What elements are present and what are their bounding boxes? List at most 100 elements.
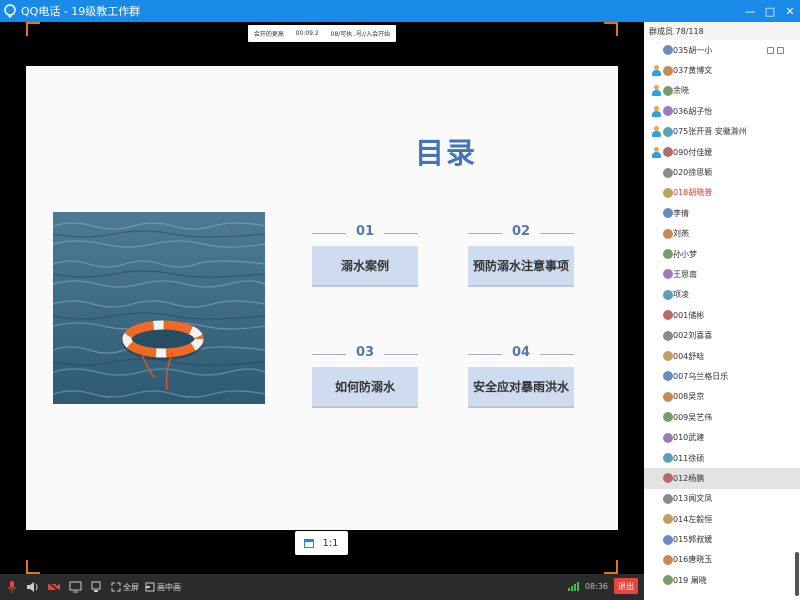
member-row[interactable]: 项凌: [644, 285, 800, 305]
host-icon: [652, 85, 661, 97]
toc-number: 04: [468, 345, 574, 363]
avatar-icon: [663, 167, 673, 178]
pip-label: 画中画: [157, 582, 181, 592]
member-row[interactable]: 009吴艺伟: [644, 407, 800, 427]
member-name: 李倩: [673, 208, 689, 218]
avatar-icon: [663, 65, 673, 76]
member-row[interactable]: 004舒晗: [644, 346, 800, 366]
pip-button[interactable]: 画中画: [145, 582, 181, 593]
frame-corner: [26, 560, 40, 574]
member-name: 018胡晓普: [673, 188, 713, 198]
member-row[interactable]: 037黄博文: [644, 60, 800, 80]
exit-button[interactable]: 退出: [614, 578, 638, 594]
member-list: 035胡一小 037黄博文 余晓 036胡子怡 075张开晋 安徽滁州 090付佳媛 020…: [644, 40, 800, 591]
member-row[interactable]: 孙小梦: [644, 244, 800, 264]
host-icon: [652, 65, 661, 77]
member-row[interactable]: 018胡晓普: [644, 183, 800, 203]
avatar-icon: [663, 351, 673, 362]
host-icon: [652, 146, 661, 158]
frame-corner: [604, 22, 618, 36]
avatar-icon: [663, 45, 673, 56]
member-row[interactable]: 020徐思颖: [644, 162, 800, 182]
member-row[interactable]: 002刘喜喜: [644, 325, 800, 345]
member-row[interactable]: 011徐硕: [644, 448, 800, 468]
member-name: 014左毅恒: [673, 514, 713, 524]
avatar-icon: [663, 554, 673, 565]
toc-label: 如何防溺水: [312, 367, 418, 408]
maximize-button[interactable]: □: [760, 0, 780, 22]
member-name: 015郭叔媛: [673, 535, 713, 545]
member-count: 群成员 78/118: [644, 22, 800, 40]
member-row[interactable]: 余晓: [644, 81, 800, 101]
member-row[interactable]: 035胡一小: [644, 40, 800, 60]
member-row[interactable]: 001储彬: [644, 305, 800, 325]
avatar-icon: [663, 85, 673, 96]
member-row[interactable]: 012杨鹏: [644, 468, 800, 489]
toc-number: 02: [468, 224, 574, 242]
fullscreen-label: 全屏: [123, 582, 139, 592]
member-name: 037黄博文: [673, 66, 713, 76]
toc-label: 安全应对暴雨洪水: [468, 367, 574, 408]
member-name: 余晓: [673, 86, 689, 96]
screen-share-status-icon: [767, 46, 784, 54]
member-name: 004舒晗: [673, 351, 705, 361]
member-name: 090付佳媛: [673, 147, 713, 157]
host-icon: [652, 126, 661, 138]
member-name: 075张开晋 安徽滁州: [673, 127, 747, 137]
member-row[interactable]: 019 屠晓: [644, 570, 800, 590]
avatar-icon: [663, 126, 673, 137]
avatar-icon: [663, 453, 673, 463]
camera-off-icon[interactable]: [45, 578, 63, 596]
minimize-button[interactable]: —: [740, 0, 760, 22]
ticker-item: 00:09:2: [295, 30, 319, 37]
member-row[interactable]: 090付佳媛: [644, 142, 800, 162]
presentation-slide: 目录 01 溺水案例 02 预防溺水注意事项 03 如何防溺水 04 安全应对暴…: [26, 66, 618, 530]
member-row[interactable]: 007乌兰格日乐: [644, 366, 800, 386]
toc-number: 03: [312, 345, 418, 363]
toc-number: 01: [312, 224, 418, 242]
zoom-toggle-button[interactable]: 1:1: [295, 531, 348, 555]
avatar-icon: [663, 289, 673, 300]
qq-call-logo-icon: [4, 4, 16, 18]
member-row[interactable]: 014左毅恒: [644, 509, 800, 529]
member-row[interactable]: 李倩: [644, 203, 800, 223]
avatar-icon: [663, 208, 673, 219]
fit-window-icon: [304, 538, 315, 548]
member-row[interactable]: 015郭叔媛: [644, 529, 800, 549]
member-row[interactable]: 013闻文凤: [644, 489, 800, 509]
member-name: 020徐思颖: [673, 168, 713, 178]
toc-item-4: 04 安全应对暴雨洪水: [468, 345, 574, 408]
member-row[interactable]: 075张开晋 安徽滁州: [644, 122, 800, 142]
avatar-icon: [663, 269, 673, 280]
member-row[interactable]: 王思南: [644, 264, 800, 284]
close-button[interactable]: ✕: [780, 0, 800, 22]
mic-muted-icon[interactable]: [3, 578, 21, 596]
speaker-icon[interactable]: [24, 578, 42, 596]
fullscreen-icon: [111, 582, 121, 592]
fullscreen-button[interactable]: 全屏: [111, 582, 139, 593]
member-row[interactable]: 016唐晓玉: [644, 550, 800, 570]
member-row[interactable]: 刘燕: [644, 224, 800, 244]
member-name: 008吴京: [673, 392, 705, 402]
member-panel: 群成员 78/118 035胡一小 037黄博文 余晓 036胡子怡 075张开晋 安徽…: [644, 22, 800, 600]
member-row[interactable]: 010武建: [644, 427, 800, 447]
member-list-scrollbar[interactable]: [795, 552, 799, 596]
member-name: 035胡一小: [673, 45, 713, 55]
toc-item-3: 03 如何防溺水: [312, 345, 418, 408]
member-row[interactable]: 008吴京: [644, 387, 800, 407]
member-name: 项凌: [673, 290, 689, 300]
member-name: 011徐硕: [673, 453, 705, 463]
member-name: 013闻文凤: [673, 494, 713, 504]
title-bar: QQ电话 - 19级教工作群 — □ ✕: [0, 0, 800, 22]
shared-ticker: 会开的更高 00:09:2 08/可执..号//入会开始: [248, 25, 396, 42]
member-name: 009吴艺伟: [673, 412, 713, 422]
call-duration: 08:36: [584, 581, 608, 591]
member-name: 012杨鹏: [673, 473, 705, 483]
avatar-icon: [663, 473, 673, 484]
avatar-icon: [663, 147, 673, 158]
toc-item-2: 02 预防溺水注意事项: [468, 224, 574, 287]
member-row[interactable]: 036胡子怡: [644, 101, 800, 121]
device-icon[interactable]: [87, 578, 105, 596]
share-screen-icon[interactable]: [66, 578, 84, 596]
avatar-icon: [663, 371, 673, 382]
